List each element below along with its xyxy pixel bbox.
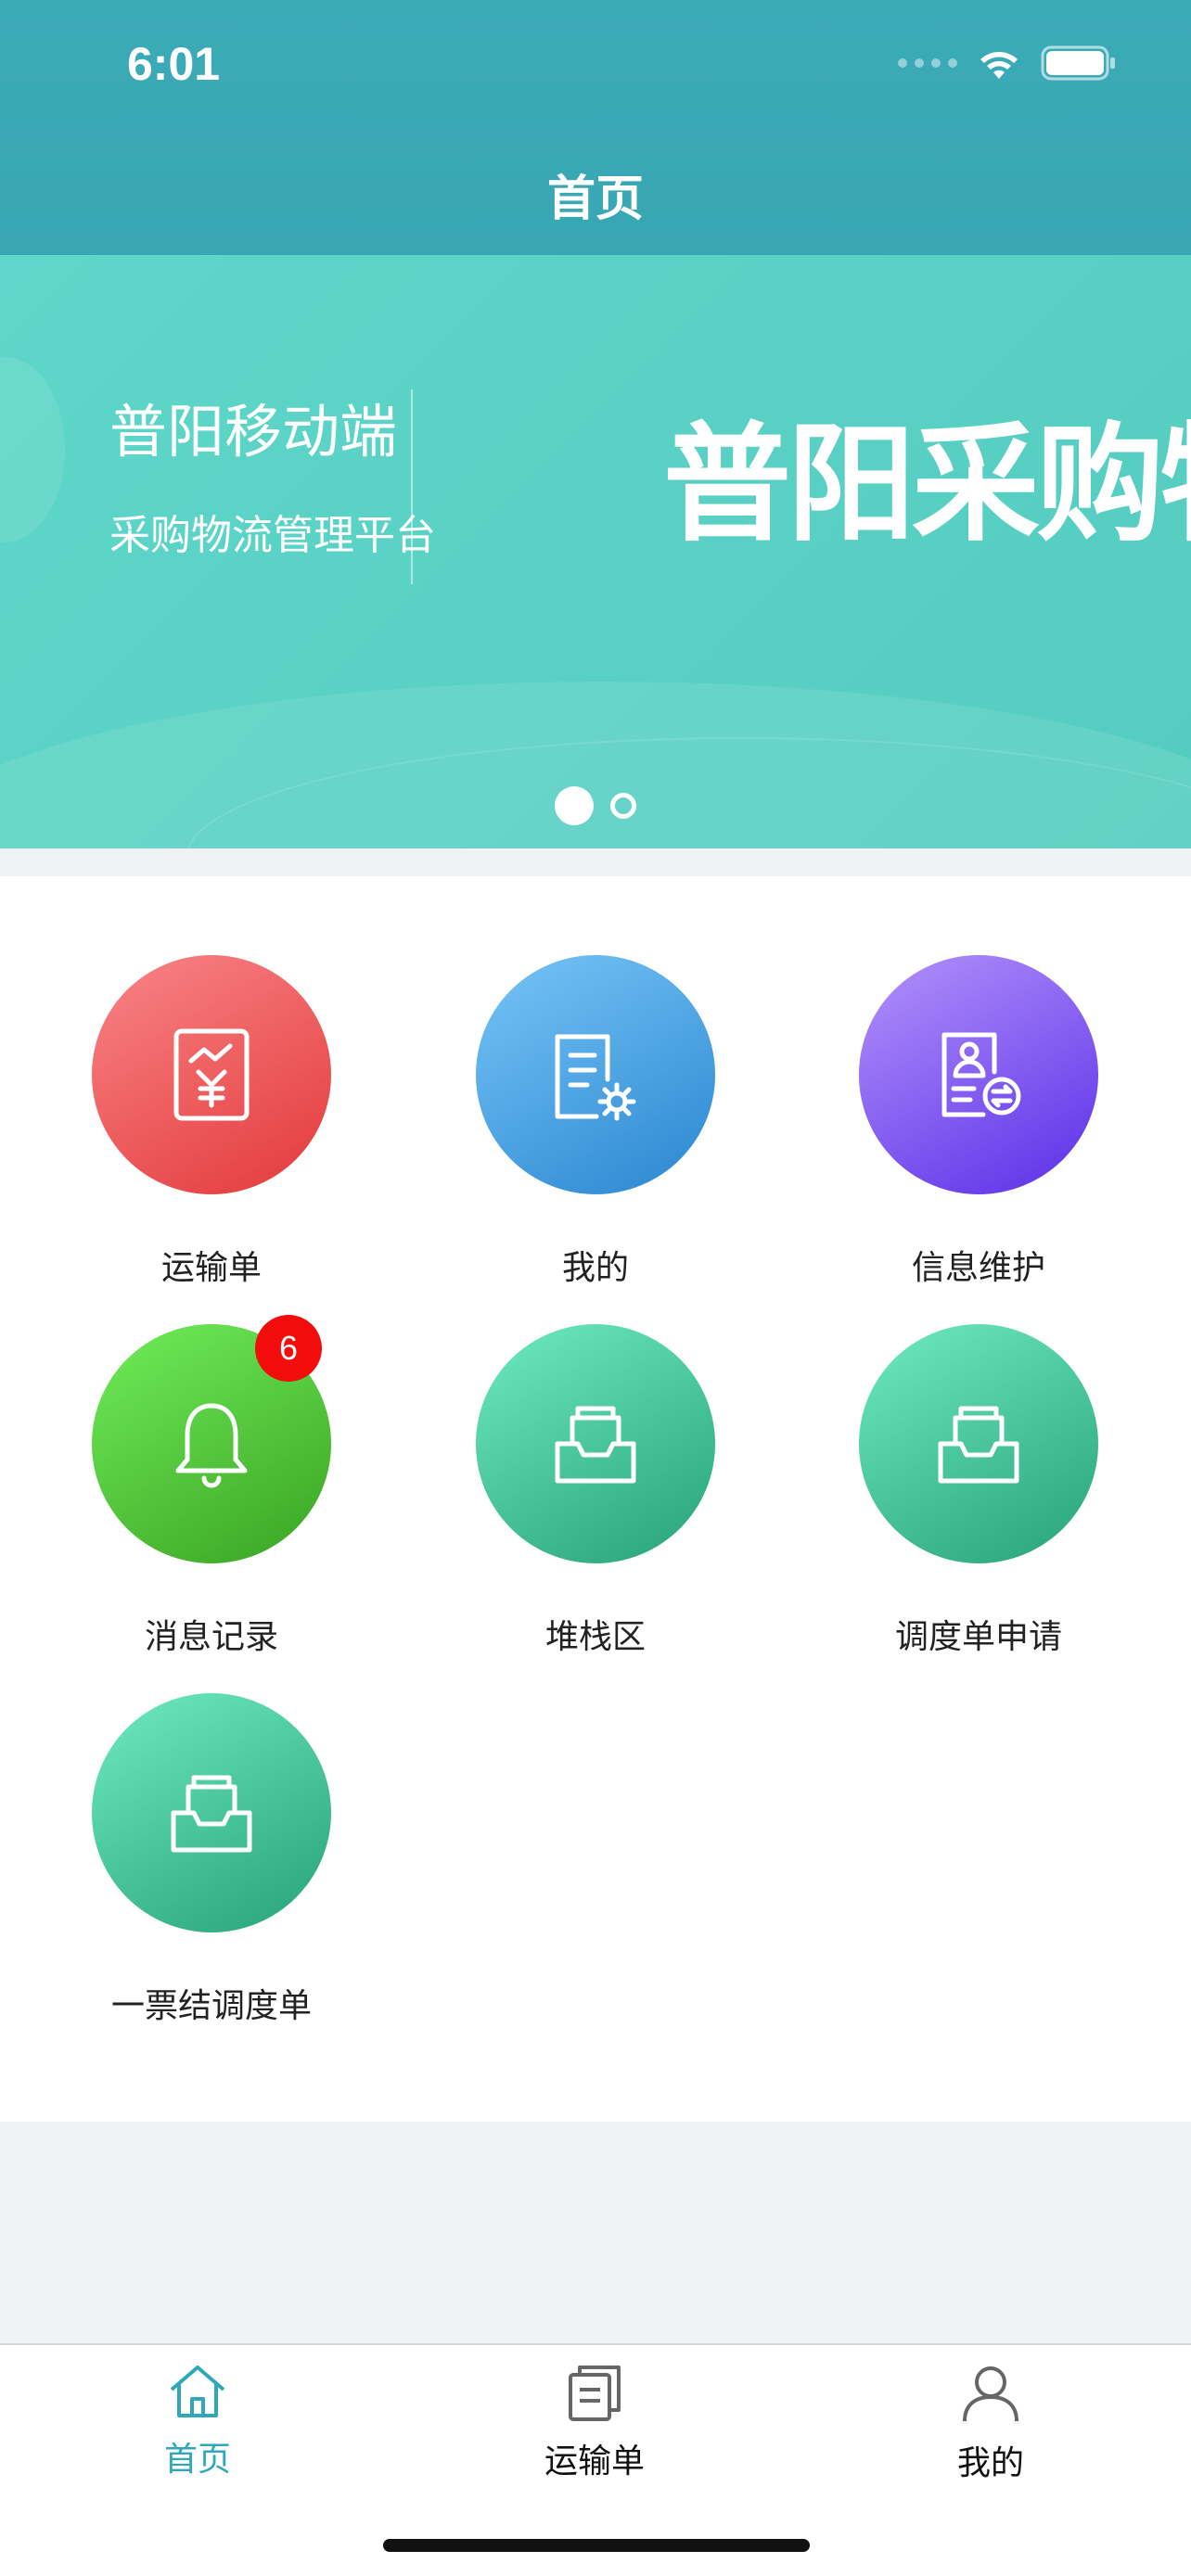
tab-transport-order[interactable]: 运输单 [502,2364,687,2482]
grid-item-stack-area[interactable]: 堆栈区 [410,1324,781,1658]
bell-icon [175,1403,248,1488]
banner-subtitle-platform: 采购物流管理平台 [109,512,436,559]
inbox-tray-icon [938,1406,1019,1484]
grid-item-icon-circle[interactable] [859,1324,1098,1563]
unread-count-badge: 6 [255,1315,322,1382]
tab-label: 首页 [163,2441,231,2479]
function-grid: 运输单 我的 信息维护 6 消息记录 堆栈区 调度单申请 一票结调度单 [0,876,1191,2122]
tab-label: 我的 [956,2444,1024,2482]
invoice-yen-icon [173,1028,250,1121]
home-indicator[interactable] [383,2539,810,2552]
document-settings-icon [555,1034,636,1121]
carousel-page-indicator [0,786,1191,825]
grid-item-icon-circle[interactable] [92,1693,331,1932]
documents-icon [569,2366,621,2421]
grid-item-icon-circle[interactable] [476,1324,715,1563]
status-icons [898,45,1117,82]
carousel-dot-active[interactable] [555,786,594,825]
banner-blob-decoration [0,357,65,542]
grid-item-info-maintenance[interactable]: 信息维护 [793,955,1164,1289]
grid-item-label: 信息维护 [911,1249,1045,1287]
battery-icon [1041,45,1115,81]
grid-item-label: 我的 [561,1249,629,1287]
promo-banner-carousel[interactable]: 普阳移动端 采购物流管理平台 普阳采购物流 [0,255,1191,848]
tab-label: 运输单 [544,2442,645,2480]
wifi-icon [980,52,1018,79]
grid-item-dispatch-request[interactable]: 调度单申请 [793,1324,1164,1658]
carousel-dot[interactable] [610,793,636,819]
user-icon [963,2366,1018,2422]
status-time: 6:01 [127,38,221,90]
grid-item-icon-circle[interactable] [859,955,1098,1194]
grid-item-label: 调度单申请 [894,1618,1062,1656]
cellular-signal-icon [898,58,957,68]
grid-item-icon-circle[interactable]: 6 [92,1315,331,1563]
banner-divider [411,389,413,584]
grid-item-label: 堆栈区 [544,1618,646,1656]
grid-item-icon-circle[interactable] [92,955,331,1194]
grid-item-mine[interactable]: 我的 [410,955,781,1289]
home-icon [170,2366,225,2417]
inbox-tray-icon [555,1406,636,1484]
page-title: 首页 [546,172,644,227]
inbox-tray-icon [171,1775,252,1853]
top-header: 6:01 首页 [0,0,1191,255]
banner-subtitle-app: 普阳移动端 [109,398,398,465]
grid-item-label: 一票结调度单 [110,1987,312,2025]
tab-mine[interactable]: 我的 [898,2364,1083,2484]
grid-item-message-records[interactable]: 6 消息记录 [26,1315,397,1658]
profile-card-icon [941,1032,1021,1117]
grid-item-label: 消息记录 [144,1618,278,1656]
grid-item-one-ticket-dispatch[interactable]: 一票结调度单 [26,1693,397,2027]
banner-brand-text: 普阳采购物流 [663,410,1191,559]
grid-item-label: 运输单 [160,1249,262,1287]
grid-item-icon-circle[interactable] [476,955,715,1194]
grid-item-transport-order[interactable]: 运输单 [26,955,397,1289]
tab-home[interactable]: 首页 [105,2364,290,2480]
